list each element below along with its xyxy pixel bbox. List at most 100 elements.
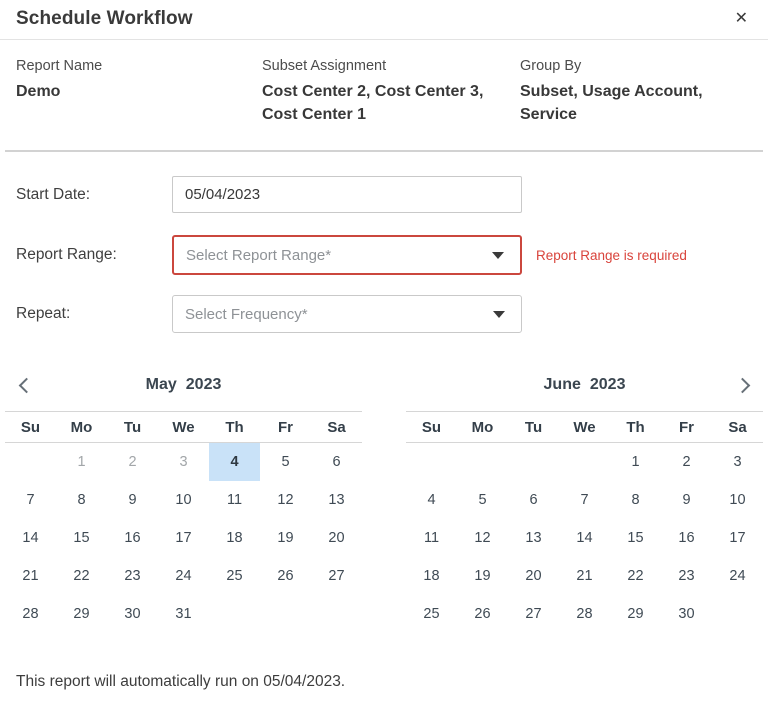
day-cell[interactable]: 28	[5, 595, 56, 633]
day-cell[interactable]: 13	[311, 481, 362, 519]
day-grid: 1234567891011121314151617181920212223242…	[406, 443, 763, 633]
calendar-month: June	[544, 376, 581, 394]
day-cell[interactable]: 20	[311, 519, 362, 557]
close-icon[interactable]: ✕	[731, 9, 752, 29]
day-cell[interactable]: 2	[107, 443, 158, 481]
day-cell[interactable]: 14	[559, 519, 610, 557]
day-cell[interactable]: 3	[712, 443, 763, 481]
weekday-label: We	[559, 419, 610, 436]
day-cell[interactable]: 17	[712, 519, 763, 557]
day-cell[interactable]: 15	[610, 519, 661, 557]
day-cell[interactable]: 22	[610, 557, 661, 595]
day-cell[interactable]: 8	[610, 481, 661, 519]
report-range-select[interactable]: Select Report Range*	[172, 235, 522, 275]
day-cell[interactable]: 2	[661, 443, 712, 481]
day-cell[interactable]: 21	[559, 557, 610, 595]
day-cell[interactable]: 30	[661, 595, 712, 633]
empty-day-cell	[508, 443, 559, 481]
day-cell[interactable]: 3	[158, 443, 209, 481]
day-cell[interactable]: 5	[457, 481, 508, 519]
schedule-workflow-dialog: Schedule Workflow ✕ Report Name Demo Sub…	[0, 0, 768, 706]
subset-assignment-label: Subset Assignment	[262, 58, 520, 74]
calendar: May 2023 SuMoTuWeThFrSa 1234567891011121…	[5, 359, 362, 633]
day-cell[interactable]: 6	[311, 443, 362, 481]
day-cell[interactable]: 21	[5, 557, 56, 595]
day-cell[interactable]: 11	[406, 519, 457, 557]
day-cell[interactable]: 30	[107, 595, 158, 633]
day-cell[interactable]: 9	[107, 481, 158, 519]
day-cell[interactable]: 9	[661, 481, 712, 519]
day-cell[interactable]: 23	[661, 557, 712, 595]
day-cell[interactable]: 17	[158, 519, 209, 557]
day-cell[interactable]: 25	[209, 557, 260, 595]
weekday-label: Mo	[457, 419, 508, 436]
day-cell[interactable]: 27	[508, 595, 559, 633]
weekday-label: Su	[5, 419, 56, 436]
day-cell[interactable]: 26	[260, 557, 311, 595]
empty-day-cell	[712, 595, 763, 633]
day-cell[interactable]: 24	[712, 557, 763, 595]
day-cell[interactable]: 7	[559, 481, 610, 519]
calendar-header: May 2023	[5, 359, 362, 411]
calendar-pair: May 2023 SuMoTuWeThFrSa 1234567891011121…	[0, 359, 768, 633]
day-cell[interactable]: 24	[158, 557, 209, 595]
day-cell[interactable]: 16	[107, 519, 158, 557]
subset-assignment-column: Subset Assignment Cost Center 2, Cost Ce…	[262, 58, 520, 126]
day-cell[interactable]: 10	[158, 481, 209, 519]
day-cell[interactable]: 22	[56, 557, 107, 595]
start-date-input[interactable]	[172, 176, 522, 213]
day-cell[interactable]: 12	[457, 519, 508, 557]
report-name-column: Report Name Demo	[16, 58, 262, 126]
day-cell[interactable]: 5	[260, 443, 311, 481]
day-cell[interactable]: 20	[508, 557, 559, 595]
day-cell[interactable]: 1	[56, 443, 107, 481]
day-cell[interactable]: 1	[610, 443, 661, 481]
repeat-placeholder: Select Frequency*	[185, 306, 308, 323]
day-cell[interactable]: 25	[406, 595, 457, 633]
empty-day-cell	[5, 443, 56, 481]
day-cell[interactable]: 23	[107, 557, 158, 595]
day-cell[interactable]: 14	[5, 519, 56, 557]
weekday-label: Tu	[508, 419, 559, 436]
day-cell[interactable]: 6	[508, 481, 559, 519]
dialog-title: Schedule Workflow	[16, 8, 193, 30]
day-cell[interactable]: 13	[508, 519, 559, 557]
day-cell[interactable]: 19	[457, 557, 508, 595]
day-cell[interactable]: 27	[311, 557, 362, 595]
day-cell[interactable]: 18	[209, 519, 260, 557]
empty-day-cell	[559, 443, 610, 481]
day-cell[interactable]: 29	[610, 595, 661, 633]
dialog-header: Schedule Workflow ✕	[0, 0, 768, 40]
day-cell[interactable]: 12	[260, 481, 311, 519]
weekday-label: Mo	[56, 419, 107, 436]
day-cell[interactable]: 4	[406, 481, 457, 519]
day-cell[interactable]: 7	[5, 481, 56, 519]
day-cell[interactable]: 28	[559, 595, 610, 633]
day-cell[interactable]: 8	[56, 481, 107, 519]
weekday-row: SuMoTuWeThFrSa	[5, 411, 362, 443]
weekday-label: Su	[406, 419, 457, 436]
prev-month-button[interactable]	[11, 372, 37, 398]
weekday-label: Fr	[260, 419, 311, 436]
day-cell[interactable]: 19	[260, 519, 311, 557]
day-cell[interactable]: 4	[209, 443, 260, 481]
next-month-button[interactable]	[731, 372, 757, 398]
weekday-label: Th	[209, 419, 260, 436]
caret-down-icon	[493, 311, 505, 318]
calendar-month: May	[146, 376, 177, 394]
empty-day-cell	[457, 443, 508, 481]
report-range-label: Report Range:	[16, 246, 172, 264]
calendar-header: June 2023	[406, 359, 763, 411]
day-cell[interactable]: 31	[158, 595, 209, 633]
day-cell[interactable]: 26	[457, 595, 508, 633]
day-cell[interactable]: 10	[712, 481, 763, 519]
day-cell[interactable]: 29	[56, 595, 107, 633]
repeat-select[interactable]: Select Frequency*	[172, 295, 522, 333]
calendar-year: 2023	[186, 376, 222, 394]
day-cell[interactable]: 15	[56, 519, 107, 557]
report-range-error: Report Range is required	[536, 248, 687, 263]
day-cell[interactable]: 11	[209, 481, 260, 519]
day-cell[interactable]: 18	[406, 557, 457, 595]
day-cell[interactable]: 16	[661, 519, 712, 557]
report-range-placeholder: Select Report Range*	[186, 247, 331, 264]
